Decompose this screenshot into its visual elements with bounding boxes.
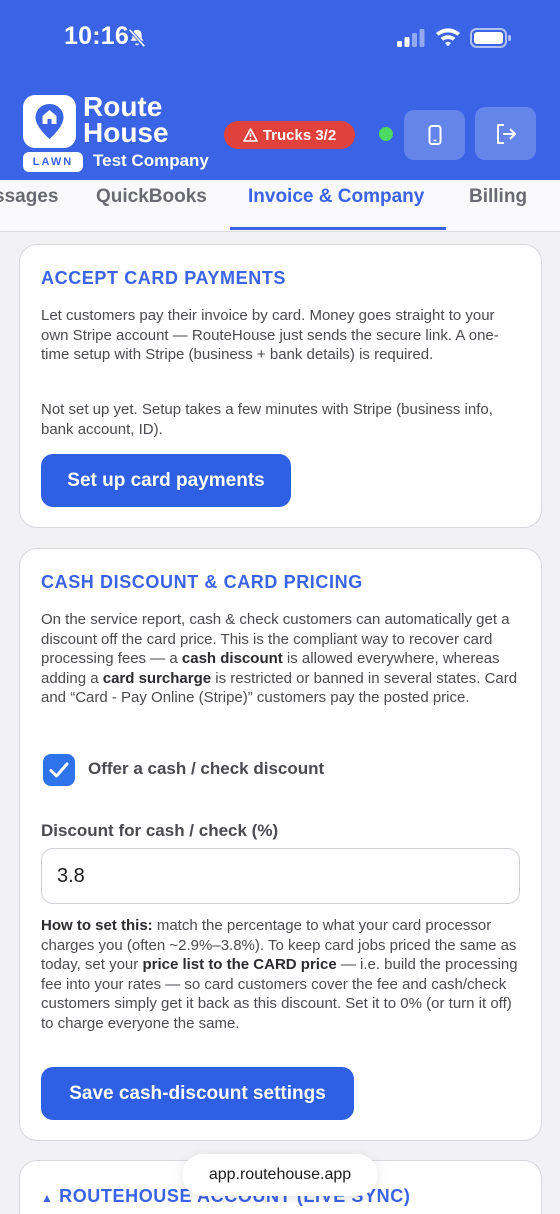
- sync-status-dot: [379, 127, 393, 141]
- card-payments-description: Let customers pay their invoice by card.…: [41, 307, 499, 364]
- checkmark-icon: [49, 762, 69, 778]
- wifi-icon: [436, 28, 460, 47]
- active-tab-indicator: [230, 227, 446, 230]
- help-bold-how-to: How to set this:: [41, 917, 153, 934]
- logout-icon: [496, 123, 516, 144]
- trucks-label: Trucks 3/2: [262, 126, 337, 144]
- logout-button[interactable]: [475, 107, 536, 160]
- warning-icon: [242, 128, 258, 142]
- brand-name: Route House: [83, 93, 169, 148]
- card-payments-title: ACCEPT CARD PAYMENTS: [41, 268, 287, 288]
- cash-discount-card: CASH DISCOUNT & CARD PRICING On the serv…: [19, 548, 542, 1141]
- tab-quickbooks[interactable]: QuickBooks: [96, 186, 207, 208]
- setup-card-payments-button[interactable]: Set up card payments: [41, 454, 291, 507]
- tab-messages[interactable]: ssages: [0, 186, 58, 208]
- tab-invoice-company[interactable]: Invoice & Company: [248, 186, 424, 208]
- desc-bold-cash-discount: cash discount: [181, 650, 283, 668]
- save-cash-discount-button[interactable]: Save cash-discount settings: [41, 1067, 354, 1120]
- help-bold-price-list: price list to the CARD price: [142, 956, 337, 974]
- cash-discount-title: CASH DISCOUNT & CARD PRICING: [41, 572, 363, 592]
- cash-discount-checkbox[interactable]: [43, 754, 75, 786]
- discount-help-text: How to set this: match the percentage to…: [41, 916, 521, 1034]
- company-name: Test Company: [93, 151, 209, 170]
- trucks-badge[interactable]: Trucks 3/2: [224, 121, 355, 149]
- status-time: 10:16: [64, 22, 129, 50]
- app-header: 10:16 Route House LAWN Test Company Truc…: [0, 0, 560, 192]
- discount-percent-input[interactable]: [41, 848, 520, 904]
- tab-billing[interactable]: Billing: [469, 186, 527, 208]
- cash-discount-checkbox-label[interactable]: Offer a cash / check discount: [88, 759, 324, 779]
- settings-tab-bar: ssages QuickBooks Invoice & Company Bill…: [0, 180, 560, 232]
- cash-discount-description: On the service report, cash & check cust…: [41, 610, 521, 708]
- discount-field-label: Discount for cash / check (%): [41, 821, 279, 840]
- chevron-up-icon: ▲: [41, 1191, 54, 1205]
- app-logo: [23, 95, 76, 148]
- bell-muted-icon: [128, 28, 146, 48]
- accept-card-payments-card: ACCEPT CARD PAYMENTS Let customers pay t…: [19, 244, 542, 528]
- brand-line-house: House: [83, 117, 169, 148]
- mobile-view-button[interactable]: [404, 110, 465, 160]
- lawn-badge: LAWN: [23, 152, 83, 172]
- cellular-signal-icon: [397, 29, 425, 47]
- browser-url-bar[interactable]: app.routehouse.app: [182, 1154, 378, 1196]
- desc-bold-card-surcharge: card surcharge: [102, 669, 212, 687]
- phone-icon: [428, 125, 441, 145]
- map-pin-house-icon: [35, 104, 64, 139]
- card-payments-status: Not set up yet. Setup takes a few minute…: [41, 401, 493, 438]
- battery-icon: [470, 28, 511, 48]
